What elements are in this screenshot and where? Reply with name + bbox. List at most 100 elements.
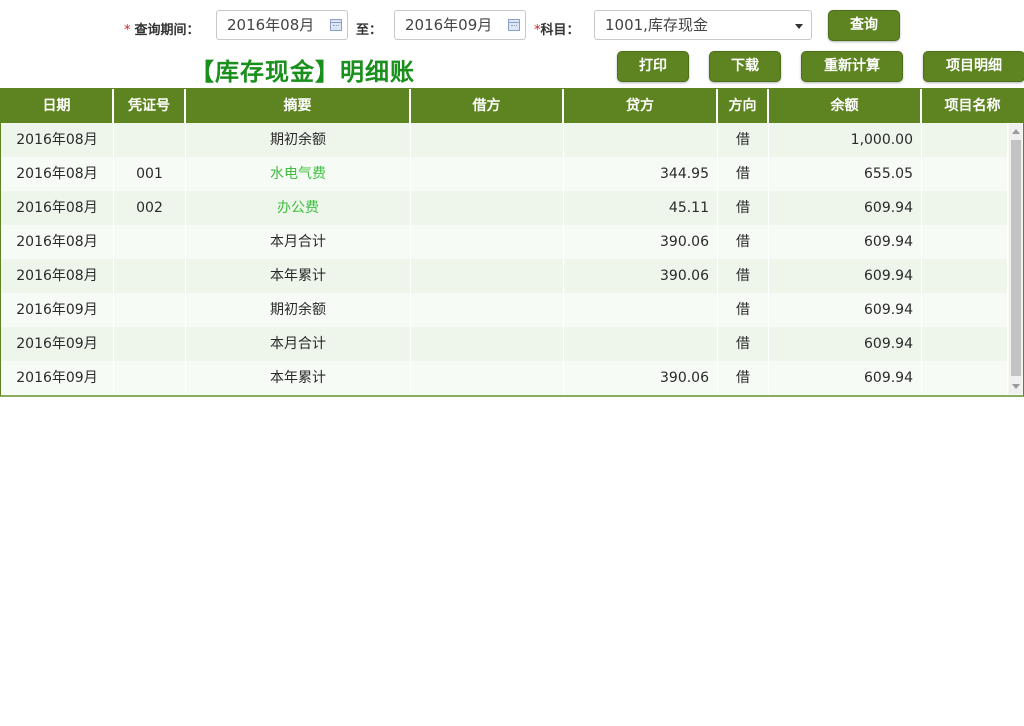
table-row[interactable]: 2016年09月 期初余额 借 609.94 xyxy=(1,293,1008,327)
cell-voucher xyxy=(114,225,186,259)
period-label: * 查询期间： xyxy=(124,23,200,38)
scroll-down-icon[interactable] xyxy=(1012,384,1020,389)
cell-direction: 借 xyxy=(718,327,769,361)
cell-balance: 609.94 xyxy=(769,191,922,225)
cell-summary: 本月合计 xyxy=(186,327,411,361)
cell-date: 2016年08月 xyxy=(1,191,114,225)
cell-project xyxy=(922,191,1008,225)
cell-date: 2016年08月 xyxy=(1,157,114,191)
column-header-summary[interactable]: 摘要 xyxy=(186,89,411,123)
cell-project xyxy=(922,123,1008,157)
start-period-input[interactable]: 2016年08月 xyxy=(216,10,348,40)
cell-debit xyxy=(411,225,564,259)
cell-project xyxy=(922,361,1008,395)
cell-balance: 655.05 xyxy=(769,157,922,191)
cell-balance: 609.94 xyxy=(769,225,922,259)
table-row[interactable]: 2016年08月 本年累计 390.06 借 609.94 xyxy=(1,259,1008,293)
column-header-voucher[interactable]: 凭证号 xyxy=(114,89,186,123)
table-row[interactable]: 2016年08月 期初余额 借 1,000.00 xyxy=(1,123,1008,157)
cell-debit xyxy=(411,191,564,225)
cell-summary: 本年累计 xyxy=(186,361,411,395)
cell-voucher xyxy=(114,327,186,361)
cell-summary: 本月合计 xyxy=(186,225,411,259)
cell-project xyxy=(922,157,1008,191)
cell-debit xyxy=(411,293,564,327)
column-header-date[interactable]: 日期 xyxy=(1,89,114,123)
download-button[interactable]: 下载 xyxy=(709,51,781,82)
print-button[interactable]: 打印 xyxy=(617,51,689,82)
cell-debit xyxy=(411,327,564,361)
cell-debit xyxy=(411,259,564,293)
cell-direction: 借 xyxy=(718,259,769,293)
cell-summary: 期初余额 xyxy=(186,293,411,327)
cell-credit: 390.06 xyxy=(564,259,718,293)
cell-credit: 390.06 xyxy=(564,225,718,259)
cell-debit xyxy=(411,157,564,191)
table-header: 日期 凭证号 摘要 借方 贷方 方向 余额 项目名称 xyxy=(1,89,1023,123)
cell-project xyxy=(922,225,1008,259)
cell-direction: 借 xyxy=(718,191,769,225)
end-period-value: 2016年09月 xyxy=(405,16,493,34)
column-header-project[interactable]: 项目名称 xyxy=(922,89,1023,123)
required-mark: * xyxy=(124,23,131,38)
cell-date: 2016年08月 xyxy=(1,259,114,293)
cell-balance: 609.94 xyxy=(769,293,922,327)
page-title: 【库存现金】明细账 xyxy=(190,58,415,86)
cell-date: 2016年08月 xyxy=(1,225,114,259)
cell-date: 2016年09月 xyxy=(1,327,114,361)
cell-voucher: 001 xyxy=(114,157,186,191)
subject-value: 1001,库存现金 xyxy=(605,16,708,34)
cell-debit xyxy=(411,123,564,157)
cell-credit: 45.11 xyxy=(564,191,718,225)
cell-balance: 609.94 xyxy=(769,327,922,361)
cell-voucher: 002 xyxy=(114,191,186,225)
cell-balance: 609.94 xyxy=(769,361,922,395)
cell-summary: 本年累计 xyxy=(186,259,411,293)
cell-direction: 借 xyxy=(718,225,769,259)
cell-balance: 609.94 xyxy=(769,259,922,293)
vertical-scrollbar[interactable] xyxy=(1009,124,1022,394)
cell-voucher xyxy=(114,293,186,327)
cell-voucher xyxy=(114,361,186,395)
cell-summary[interactable]: 办公费 xyxy=(186,191,411,225)
column-header-direction[interactable]: 方向 xyxy=(718,89,769,123)
recalculate-button[interactable]: 重新计算 xyxy=(801,51,903,82)
table-row[interactable]: 2016年08月 001 水电气费 344.95 借 655.05 xyxy=(1,157,1008,191)
ledger-table: 日期 凭证号 摘要 借方 贷方 方向 余额 项目名称 2016年08月 期初余额借… xyxy=(0,88,1024,397)
cell-credit xyxy=(564,327,718,361)
column-header-debit[interactable]: 借方 xyxy=(411,89,564,123)
column-header-credit[interactable]: 贷方 xyxy=(564,89,718,123)
start-period-value: 2016年08月 xyxy=(227,16,315,34)
cell-direction: 借 xyxy=(718,157,769,191)
cell-project xyxy=(922,327,1008,361)
column-header-balance[interactable]: 余额 xyxy=(769,89,922,123)
cell-balance: 1,000.00 xyxy=(769,123,922,157)
table-row[interactable]: 2016年08月 002 办公费 45.11 借 609.94 xyxy=(1,191,1008,225)
cell-date: 2016年08月 xyxy=(1,123,114,157)
calendar-icon[interactable] xyxy=(330,19,342,31)
cell-credit xyxy=(564,293,718,327)
scrollbar-thumb[interactable] xyxy=(1011,140,1021,376)
cell-voucher xyxy=(114,123,186,157)
table-row[interactable]: 2016年08月 本月合计 390.06 借 609.94 xyxy=(1,225,1008,259)
scroll-up-icon[interactable] xyxy=(1012,129,1020,134)
cell-summary: 期初余额 xyxy=(186,123,411,157)
calendar-icon[interactable] xyxy=(508,19,520,31)
subject-select[interactable]: 1001,库存现金 xyxy=(594,10,812,40)
cell-credit: 344.95 xyxy=(564,157,718,191)
dropdown-caret-icon xyxy=(795,24,803,29)
cell-date: 2016年09月 xyxy=(1,361,114,395)
cell-direction: 借 xyxy=(718,123,769,157)
cell-date: 2016年09月 xyxy=(1,293,114,327)
project-detail-button[interactable]: 项目明细 xyxy=(923,51,1024,82)
cell-credit xyxy=(564,123,718,157)
subject-label: *科目： xyxy=(534,23,580,38)
cell-summary[interactable]: 水电气费 xyxy=(186,157,411,191)
table-row[interactable]: 2016年09月 本年累计 390.06 借 609.94 xyxy=(1,361,1008,395)
search-button[interactable]: 查询 xyxy=(828,10,900,41)
cell-direction: 借 xyxy=(718,361,769,395)
to-label: 至： xyxy=(356,23,383,38)
cell-project xyxy=(922,293,1008,327)
table-row[interactable]: 2016年09月 本月合计 借 609.94 xyxy=(1,327,1008,361)
end-period-input[interactable]: 2016年09月 xyxy=(394,10,526,40)
